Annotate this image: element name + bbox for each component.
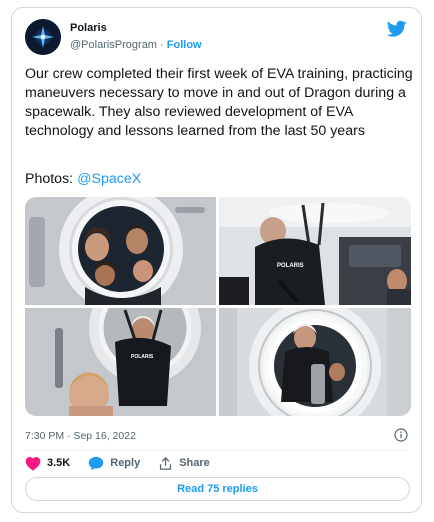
crew-through-hatch-photo	[219, 308, 411, 416]
photo-4[interactable]	[219, 308, 411, 416]
spacex-mention-link[interactable]: @SpaceX	[77, 171, 141, 187]
follow-button[interactable]: Follow	[167, 39, 202, 51]
tweet-timestamp[interactable]: 7:30 PM · Sep 16, 2022	[25, 430, 136, 442]
tweet-body: Our crew completed their first week of E…	[25, 66, 413, 139]
share-icon	[160, 456, 172, 470]
photos-label: Photos:	[25, 171, 74, 187]
action-bar: 3.5K Reply Share	[25, 453, 228, 473]
author-name[interactable]: Polaris	[70, 22, 107, 34]
photo-grid: POLARIS POLARIS	[25, 197, 411, 416]
author-avatar[interactable]	[25, 19, 61, 55]
tweet-card: Polaris @PolarisProgram · Follow Our cre…	[11, 7, 422, 513]
crew-hanging-harness-photo: POLARIS	[219, 197, 411, 305]
reply-label: Reply	[110, 457, 141, 469]
photos-credit: Photos: @SpaceX	[25, 171, 141, 187]
tweet-text: Our crew completed their first week of E…	[25, 65, 413, 141]
twitter-bird-icon[interactable]	[387, 20, 407, 38]
handle-separator: ·	[160, 39, 164, 51]
suit-label-3: POLARIS	[131, 354, 154, 360]
photo-2[interactable]: POLARIS	[219, 197, 411, 305]
read-replies-button[interactable]: Read 75 replies	[25, 477, 410, 501]
like-button[interactable]: 3.5K	[25, 456, 70, 471]
heart-icon	[25, 456, 41, 471]
author-handle-row: @PolarisProgram · Follow	[70, 39, 202, 51]
author-handle[interactable]: @PolarisProgram	[70, 39, 157, 51]
reply-button[interactable]: Reply	[88, 456, 140, 471]
divider	[25, 450, 408, 451]
suit-label-2: POLARIS	[277, 263, 304, 269]
crew-hatch-training-photo: POLARIS	[25, 308, 216, 416]
share-label: Share	[179, 457, 210, 469]
info-icon[interactable]	[394, 428, 408, 442]
reply-bubble-icon	[88, 456, 104, 470]
photo-3[interactable]: POLARIS	[25, 308, 216, 416]
like-count: 3.5K	[47, 457, 71, 469]
crew-in-hatch-photo	[25, 197, 216, 305]
polaris-star-icon	[25, 19, 61, 55]
share-button[interactable]: Share	[158, 456, 210, 471]
photo-1[interactable]	[25, 197, 216, 305]
